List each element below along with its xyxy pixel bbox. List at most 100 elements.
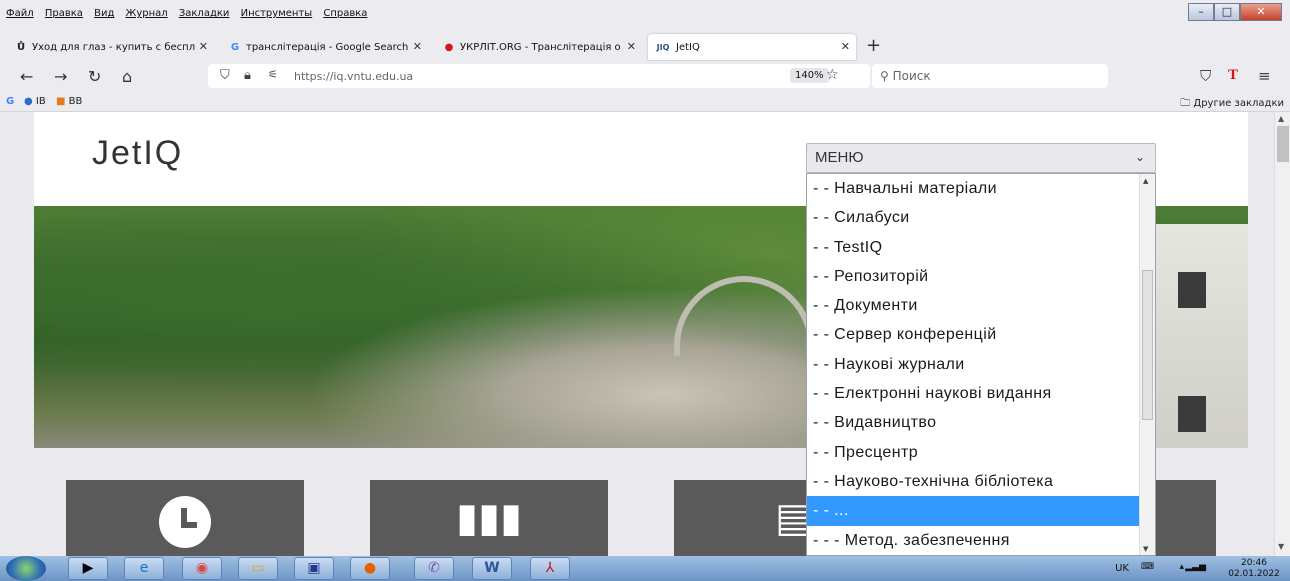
home-icon[interactable]: ⌂ [122, 67, 132, 86]
bookmark-bb[interactable]: ■ BB [56, 96, 82, 107]
dropdown-scroll-thumb[interactable] [1142, 270, 1153, 420]
pdf-reader-icon[interactable]: ⅄ [530, 557, 570, 580]
tab-label: Уход для глаз - купить с беспл [32, 41, 196, 53]
menu-option[interactable]: - - TestIQ [807, 233, 1155, 262]
bookmark-ib[interactable]: ● IB [24, 96, 46, 107]
chrome-icon[interactable]: ◉ [182, 557, 222, 580]
menu-option[interactable]: - - Пресцентр [807, 438, 1155, 467]
clock[interactable]: 20:46 02.01.2022 [1224, 558, 1284, 580]
reload-icon[interactable]: ↻ [88, 67, 101, 86]
bookmark-star-icon[interactable]: ☆ [826, 67, 839, 83]
signal-icon[interactable]: ▂▃▅ [1185, 562, 1206, 572]
language-indicator[interactable]: UK [1115, 563, 1129, 574]
jetiq-favicon-icon: JIQ [656, 42, 670, 52]
page-scrollbar[interactable]: ▲ ▼ [1274, 112, 1290, 556]
media-player-icon[interactable]: ▶ [68, 557, 108, 580]
tray-arrow-icon[interactable]: ▴ [1179, 562, 1184, 572]
menu-option[interactable]: - - Електронні наукові видання [807, 379, 1155, 408]
close-tab-icon[interactable]: ✕ [627, 40, 636, 53]
menu-option[interactable]: - - Документи [807, 291, 1155, 320]
scroll-down-icon[interactable]: ▼ [1143, 545, 1148, 553]
save-disk-icon[interactable]: ▣ [294, 557, 334, 580]
menu-option[interactable]: - - Сервер конференцій [807, 320, 1155, 349]
viber-icon[interactable]: ✆ [414, 557, 454, 580]
pocket-icon[interactable]: ⛉ [1200, 67, 1211, 85]
u-favicon-icon: Ů [16, 41, 26, 53]
search-input[interactable]: ⚲ Поиск [872, 64, 1108, 88]
tab-label: JetIQ [676, 41, 700, 53]
menu-bar: Файл Правка Вид Журнал Закладки Инструме… [0, 0, 1290, 31]
menu-history[interactable]: Журнал [126, 8, 168, 19]
explorer-folder-icon[interactable]: ▭ [238, 557, 278, 580]
dropdown-scrollbar[interactable]: ▲ ▼ [1139, 174, 1155, 555]
menu-option[interactable]: - - Навчальні матеріали [807, 174, 1155, 203]
clock-icon [159, 496, 211, 548]
card-schedule[interactable] [66, 480, 304, 556]
start-button[interactable] [6, 556, 46, 581]
bookmarks-bar: G ● IB ■ BB 🗀 Другие закладки [0, 92, 1290, 112]
menu-option[interactable]: - - Наукові журнали [807, 350, 1155, 379]
chevron-down-icon: ⌄ [1134, 150, 1145, 164]
menu-option[interactable]: - - Видавництво [807, 408, 1155, 437]
close-tab-icon[interactable]: ✕ [199, 40, 208, 53]
menu-edit[interactable]: Правка [45, 8, 83, 19]
url-text[interactable]: https://iq.vntu.edu.ua [294, 70, 413, 83]
permissions-icon[interactable]: ⚟ [268, 68, 278, 81]
menu-bookmarks[interactable]: Закладки [179, 8, 230, 19]
firefox-icon[interactable]: ● [350, 557, 390, 580]
keyboard-icon[interactable]: ⌨ [1141, 562, 1154, 572]
close-tab-icon[interactable]: ✕ [841, 40, 850, 53]
tab-bar: Ů Уход для глаз - купить с беспл ✕ G тра… [0, 31, 1290, 61]
menu-dropdown-list[interactable]: - - Навчальні матеріали - - Силабуси - - T… [806, 173, 1156, 556]
address-bar[interactable]: ⛉ 🔒︎ ⚟ https://iq.vntu.edu.ua 140% ☆ [208, 64, 870, 88]
scroll-up-icon[interactable]: ▲ [1143, 177, 1148, 185]
card-map[interactable]: ▮▮▮ [370, 480, 608, 556]
back-icon[interactable]: ← [20, 67, 33, 86]
other-bookmarks[interactable]: 🗀 Другие закладки [1180, 96, 1284, 113]
jetiq-logo[interactable]: JetIQ [92, 134, 183, 173]
lock-icon[interactable]: 🔒︎ [244, 68, 251, 83]
tab-label: транслітерація - Google Search [246, 41, 409, 53]
scroll-thumb[interactable] [1277, 126, 1289, 162]
maximize-button[interactable]: □ [1214, 3, 1240, 21]
menu-help[interactable]: Справка [323, 8, 367, 19]
tab-google-search[interactable]: G транслітерація - Google Search ✕ [222, 34, 428, 60]
word-icon[interactable]: W [472, 557, 512, 580]
scroll-down-icon[interactable]: ▼ [1278, 542, 1284, 551]
zoom-level[interactable]: 140% [790, 68, 829, 83]
menu-select[interactable]: МЕНЮ ⌄ [806, 143, 1156, 173]
extension-t-icon[interactable]: T [1228, 67, 1238, 84]
close-tab-icon[interactable]: ✕ [413, 40, 422, 53]
menu-option[interactable]: - - ... [807, 496, 1155, 526]
menu-file[interactable]: Файл [6, 8, 34, 19]
menu-option[interactable]: - - Науково-технічна бібліотека [807, 467, 1155, 496]
map-icon: ▮▮▮ [455, 495, 523, 541]
navigation-bar: ← → ↻ ⌂ ⛉ 🔒︎ ⚟ https://iq.vntu.edu.ua 14… [0, 61, 1290, 92]
window-controls: – □ ✕ [1188, 3, 1282, 21]
tab-label: УКРЛІТ.ORG - Транслітерація о [460, 41, 621, 53]
new-tab-button[interactable]: + [866, 35, 881, 56]
google-bookmark-icon[interactable]: G [6, 96, 14, 107]
bookmark-bb-icon: ■ [56, 96, 66, 107]
folder-icon: 🗀 [1180, 98, 1191, 109]
search-placeholder: Поиск [892, 69, 931, 83]
tab-ukrlit[interactable]: ● УКРЛІТ.ORG - Транслітерація о ✕ [436, 34, 642, 60]
search-icon: ⚲ [880, 69, 889, 83]
forward-icon[interactable]: → [54, 67, 67, 86]
app-menu-icon[interactable]: ≡ [1258, 67, 1271, 85]
menu-tools[interactable]: Инструменты [241, 8, 313, 19]
scroll-up-icon[interactable]: ▲ [1278, 114, 1284, 123]
menu-option[interactable]: - - Репозиторій [807, 262, 1155, 291]
close-window-button[interactable]: ✕ [1240, 3, 1282, 21]
internet-explorer-icon[interactable]: e [124, 557, 164, 580]
windows-taskbar: ▶ e ◉ ▭ ▣ ● ✆ W ⅄ UK ⌨ ▴ ▂▃▅ 20:46 02.01… [0, 556, 1290, 581]
menu-select-value: МЕНЮ [815, 149, 864, 166]
campus-arch [674, 276, 814, 356]
tab-eye-care[interactable]: Ů Уход для глаз - купить с беспл ✕ [8, 34, 214, 60]
menu-option[interactable]: - - Силабуси [807, 203, 1155, 232]
tab-jetiq[interactable]: JIQ JetIQ ✕ [648, 34, 856, 60]
minimize-button[interactable]: – [1188, 3, 1214, 21]
menu-view[interactable]: Вид [94, 8, 114, 19]
menu-option[interactable]: - - - Метод. забезпечення [807, 526, 1155, 555]
shield-icon[interactable]: ⛉ [220, 68, 230, 83]
